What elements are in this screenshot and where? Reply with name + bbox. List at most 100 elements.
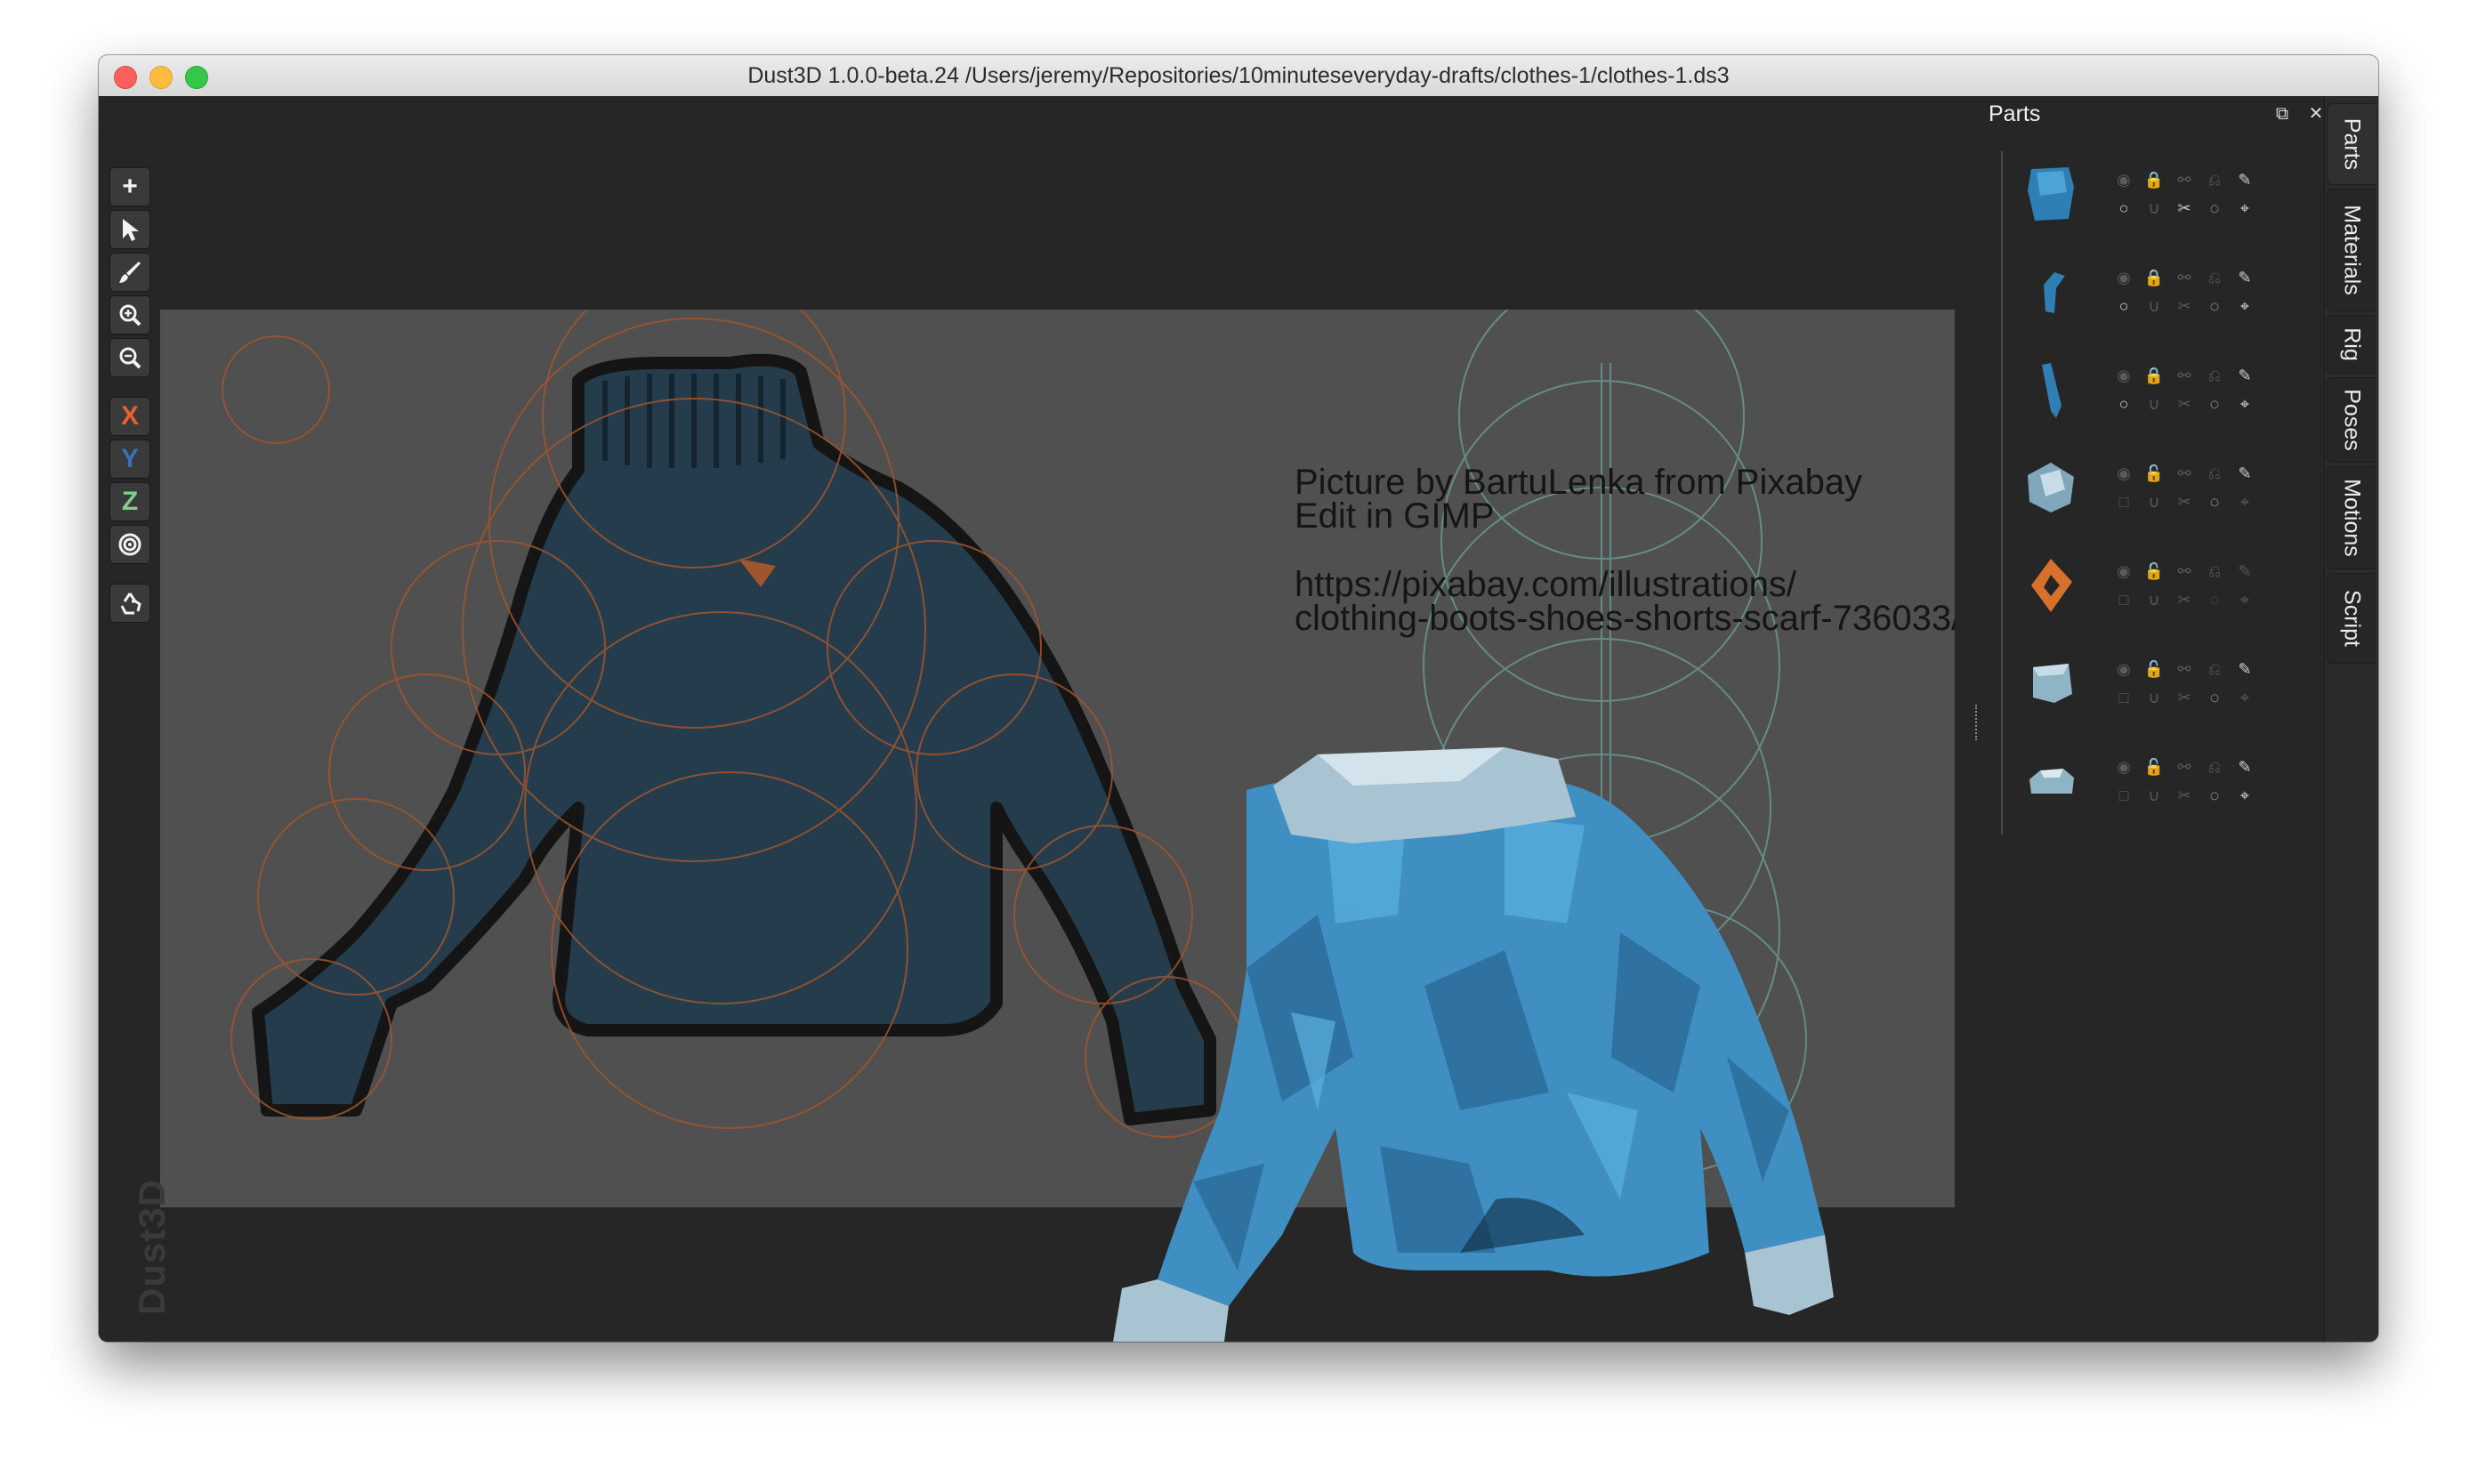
tab-motions[interactable]: Motions <box>2327 466 2376 569</box>
lock-icon[interactable]: 🔒 <box>2144 171 2164 189</box>
subdivide-icon[interactable]: □ <box>2115 689 2133 706</box>
link-icon[interactable]: ⚯ <box>2175 171 2193 189</box>
mirror-icon[interactable]: ⎌ <box>2206 269 2223 286</box>
color-picker-icon[interactable]: ✎ <box>2236 464 2254 482</box>
add-node-button[interactable]: + <box>109 167 150 206</box>
scissors-icon[interactable]: ✂ <box>2175 786 2193 804</box>
lock-icon[interactable]: 🔒 <box>2144 269 2164 286</box>
visibility-icon[interactable]: ◉ <box>2115 758 2133 776</box>
chamfer-icon[interactable]: ⌖ <box>2236 786 2254 804</box>
part-item-orange-guide[interactable]: ◉ 🔓 ⚯ ⎌ ✎ □ ∪ ✂ ◌ ⌖ <box>2005 543 2271 628</box>
roundend-icon[interactable]: ◌ <box>2206 689 2223 706</box>
tab-materials[interactable]: Materials <box>2327 189 2376 311</box>
visibility-icon[interactable]: ◉ <box>2115 660 2133 678</box>
scissors-icon[interactable]: ✂ <box>2175 297 2193 315</box>
part-item-cuff[interactable]: ◉ 🔓 ⚯ ⎌ ✎ □ ∪ ✂ ◌ ⌖ <box>2005 641 2271 726</box>
tab-poses[interactable]: Poses <box>2327 377 2376 463</box>
roundend-icon[interactable]: ◌ <box>2206 786 2223 804</box>
visibility-icon[interactable]: ◉ <box>2115 171 2133 189</box>
chamfer-icon[interactable]: ⌖ <box>2236 395 2254 413</box>
mirror-icon[interactable]: ⎌ <box>2206 758 2223 776</box>
mirror-icon[interactable]: ⎌ <box>2206 171 2223 189</box>
rotate-icon[interactable]: ∪ <box>2145 493 2163 511</box>
mirror-icon[interactable]: ⎌ <box>2206 367 2223 384</box>
lock-icon[interactable]: 🔒 <box>2144 367 2164 384</box>
tab-rig[interactable]: Rig <box>2327 315 2376 374</box>
rotate-icon[interactable]: ∪ <box>2145 786 2163 804</box>
part-item-body[interactable]: ◉ 🔒 ⚯ ⎌ ✎ ○ ∪ ✂ ◌ ⌖ <box>2005 151 2271 237</box>
visibility-icon[interactable]: ◉ <box>2115 367 2133 384</box>
subdivide-icon[interactable]: ○ <box>2115 199 2133 217</box>
x-axis-lock-button[interactable]: X <box>109 397 150 436</box>
roundend-icon[interactable]: ◌ <box>2206 591 2223 609</box>
part-item-collar[interactable]: ◉ 🔓 ⚯ ⎌ ✎ □ ∪ ✂ ◌ ⌖ <box>2005 738 2271 824</box>
link-icon[interactable]: ⚯ <box>2175 269 2193 286</box>
rotate-icon[interactable]: ∪ <box>2145 199 2163 217</box>
paint-tool-button[interactable] <box>109 253 150 292</box>
visibility-icon[interactable]: ◉ <box>2115 562 2133 580</box>
subdivide-icon[interactable]: □ <box>2115 786 2133 804</box>
rotate-icon[interactable]: ∪ <box>2145 689 2163 706</box>
roundend-icon[interactable]: ◌ <box>2206 297 2223 315</box>
unlock-icon[interactable]: 🔓 <box>2144 464 2164 482</box>
color-picker-icon[interactable]: ✎ <box>2236 269 2254 286</box>
panel-splitter[interactable] <box>1975 705 1981 740</box>
link-icon[interactable]: ⚯ <box>2175 758 2193 776</box>
part-thumbnail <box>2028 167 2074 221</box>
roundend-icon[interactable]: ◌ <box>2206 199 2223 217</box>
color-picker-icon[interactable]: ✎ <box>2236 758 2254 776</box>
chamfer-icon[interactable]: ⌖ <box>2236 199 2254 217</box>
mirror-icon[interactable]: ⎌ <box>2206 562 2223 580</box>
color-picker-icon[interactable]: ✎ <box>2236 660 2254 678</box>
float-panel-icon[interactable]: ⧉ <box>2271 103 2293 125</box>
scissors-icon[interactable]: ✂ <box>2175 199 2193 217</box>
scissors-icon[interactable]: ✂ <box>2175 591 2193 609</box>
zoom-out-button[interactable] <box>109 338 150 377</box>
color-picker-icon[interactable]: ✎ <box>2236 562 2254 580</box>
subdivide-icon[interactable]: ○ <box>2115 395 2133 413</box>
visibility-icon[interactable]: ◉ <box>2115 464 2133 482</box>
model-canvas[interactable]: + X Y Z Picture by BartuLenka from Pixab… <box>99 96 1985 1342</box>
credit-url-1: https://pixabay.com/illustrations/ <box>1295 565 1796 604</box>
chamfer-icon[interactable]: ⌖ <box>2236 493 2254 511</box>
mirror-icon[interactable]: ⎌ <box>2206 660 2223 678</box>
link-icon[interactable]: ⚯ <box>2175 367 2193 384</box>
link-icon[interactable]: ⚯ <box>2175 464 2193 482</box>
mirror-icon[interactable]: ⎌ <box>2206 464 2223 482</box>
z-axis-lock-button[interactable]: Z <box>109 482 150 521</box>
link-icon[interactable]: ⚯ <box>2175 660 2193 678</box>
link-icon[interactable]: ⚯ <box>2175 562 2193 580</box>
chamfer-icon[interactable]: ⌖ <box>2236 297 2254 315</box>
subdivide-icon[interactable]: ○ <box>2115 297 2133 315</box>
regenerate-button[interactable] <box>109 584 150 623</box>
scissors-icon[interactable]: ✂ <box>2175 493 2193 511</box>
scissors-icon[interactable]: ✂ <box>2175 689 2193 706</box>
y-axis-label: Y <box>120 444 139 473</box>
roundend-icon[interactable]: ◌ <box>2206 493 2223 511</box>
chamfer-icon[interactable]: ⌖ <box>2236 689 2254 706</box>
color-picker-icon[interactable]: ✎ <box>2236 171 2254 189</box>
roundend-icon[interactable]: ◌ <box>2206 395 2223 413</box>
tab-parts-label: Parts <box>2339 117 2365 171</box>
subdivide-icon[interactable]: □ <box>2115 591 2133 609</box>
tab-parts[interactable]: Parts <box>2327 103 2376 185</box>
unlock-icon[interactable]: 🔓 <box>2144 562 2164 580</box>
radius-lock-button[interactable] <box>109 525 150 564</box>
chamfer-icon[interactable]: ⌖ <box>2236 591 2254 609</box>
zoom-in-button[interactable] <box>109 295 150 335</box>
unlock-icon[interactable]: 🔓 <box>2144 758 2164 776</box>
tab-script[interactable]: Script <box>2327 573 2376 664</box>
part-item-lower-arm[interactable]: ◉ 🔒 ⚯ ⎌ ✎ ○ ∪ ✂ ◌ ⌖ <box>2005 347 2271 432</box>
unlock-icon[interactable]: 🔓 <box>2144 660 2164 678</box>
color-picker-icon[interactable]: ✎ <box>2236 367 2254 384</box>
part-item-upper-arm[interactable]: ◉ 🔒 ⚯ ⎌ ✎ ○ ∪ ✂ ◌ ⌖ <box>2005 249 2271 335</box>
y-axis-lock-button[interactable]: Y <box>109 440 150 479</box>
visibility-icon[interactable]: ◉ <box>2115 269 2133 286</box>
rotate-icon[interactable]: ∪ <box>2145 297 2163 315</box>
rotate-icon[interactable]: ∪ <box>2145 591 2163 609</box>
scissors-icon[interactable]: ✂ <box>2175 395 2193 413</box>
part-item-collar-guide[interactable]: ◉ 🔓 ⚯ ⎌ ✎ □ ∪ ✂ ◌ ⌖ <box>2005 445 2271 530</box>
select-tool-button[interactable] <box>109 210 150 249</box>
rotate-icon[interactable]: ∪ <box>2145 395 2163 413</box>
subdivide-icon[interactable]: □ <box>2115 493 2133 511</box>
